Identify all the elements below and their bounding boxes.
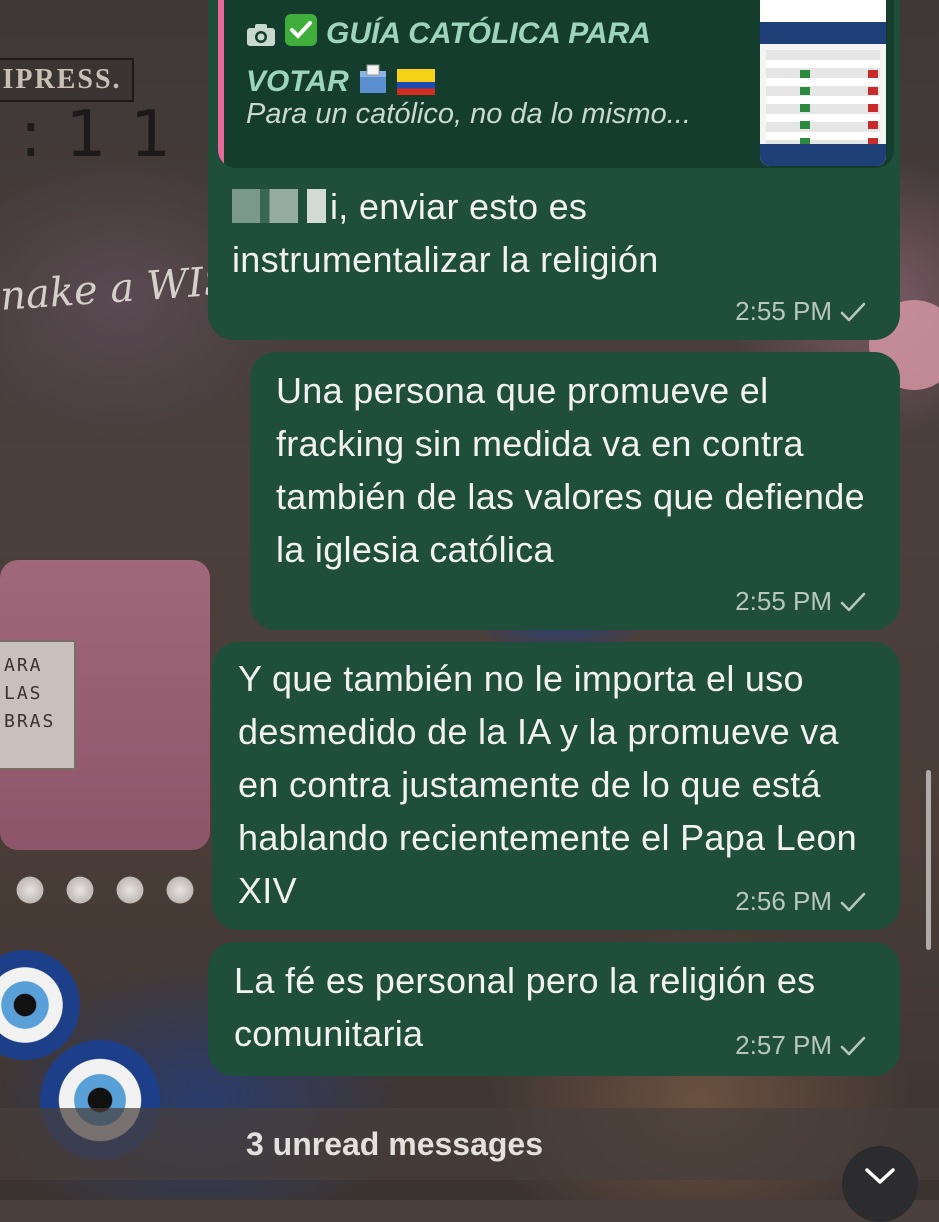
message-meta-4: 2:57 PM	[735, 1030, 866, 1061]
thumbnail-header	[760, 0, 886, 24]
quoted-reply-title: GUÍA CATÓLICA PARA VOTAR	[246, 12, 746, 108]
unread-messages-banner: 3 unread messages	[0, 1108, 939, 1180]
quoted-reply-thumbnail[interactable]	[760, 0, 886, 166]
message-time: 2:55 PM	[735, 296, 832, 326]
thumbnail-red-crosses	[868, 70, 878, 150]
message-bubble-2[interactable]: Una persona que promueve el fracking sin…	[250, 352, 900, 630]
check-mark-icon	[284, 13, 318, 60]
thumbnail-band	[760, 24, 886, 44]
message-text-1-line1: i, enviar esto es	[330, 186, 588, 227]
message-bubble-1[interactable]: GUÍA CATÓLICA PARA VOTAR Para un católic…	[208, 0, 900, 340]
thumbnail-footer	[760, 144, 886, 166]
scroll-to-bottom-button[interactable]	[842, 1146, 918, 1222]
message-time: 2:56 PM	[735, 886, 832, 916]
quoted-reply-subtitle: Para un católico, no da lo mismo...	[246, 98, 691, 130]
chat-scrollbar[interactable]	[926, 770, 931, 950]
sent-check-icon	[840, 1036, 866, 1055]
camera-icon	[246, 16, 276, 60]
wallpaper-press-label: IPRESS.	[0, 58, 134, 102]
chevron-down-icon	[865, 1168, 895, 1184]
sent-check-icon	[840, 892, 866, 911]
message-bubble-3[interactable]: Y que también no le importa el uso desme…	[212, 642, 900, 930]
quoted-reply-title-line1: GUÍA CATÓLICA PARA	[326, 17, 651, 50]
quoted-reply-title-line2: VOTAR	[246, 65, 349, 98]
message-text-1: i, enviar esto es instrumentalizar la re…	[232, 180, 872, 286]
quoted-reply-accent-bar	[218, 0, 224, 168]
sent-check-icon	[840, 302, 866, 321]
wallpaper-time-text: :11	[20, 98, 195, 172]
message-text-2: Una persona que promueve el fracking sin…	[276, 370, 865, 570]
sent-check-icon	[840, 592, 866, 611]
quoted-reply-card[interactable]: GUÍA CATÓLICA PARA VOTAR Para un católic…	[218, 0, 894, 168]
message-time: 2:55 PM	[735, 586, 832, 616]
message-meta-3: 2:56 PM	[735, 886, 866, 917]
thumbnail-green-checks	[800, 70, 810, 150]
message-bubble-4[interactable]: La fé es personal pero la religión es co…	[208, 942, 900, 1076]
message-time: 2:57 PM	[735, 1030, 832, 1060]
thumbnail-table	[766, 50, 880, 146]
unread-messages-text: 3 unread messages	[245, 1125, 544, 1162]
message-meta-2: 2:55 PM	[735, 586, 866, 617]
redacted-name	[232, 189, 326, 223]
message-text-3: Y que también no le importa el uso desme…	[238, 658, 857, 911]
message-meta-1: 2:55 PM	[735, 296, 866, 327]
wallpaper-pearls	[0, 860, 220, 920]
message-text-1-line2: instrumentalizar la religión	[232, 239, 659, 280]
wallpaper-tag-label: ARA LAS BRAS	[0, 640, 76, 770]
